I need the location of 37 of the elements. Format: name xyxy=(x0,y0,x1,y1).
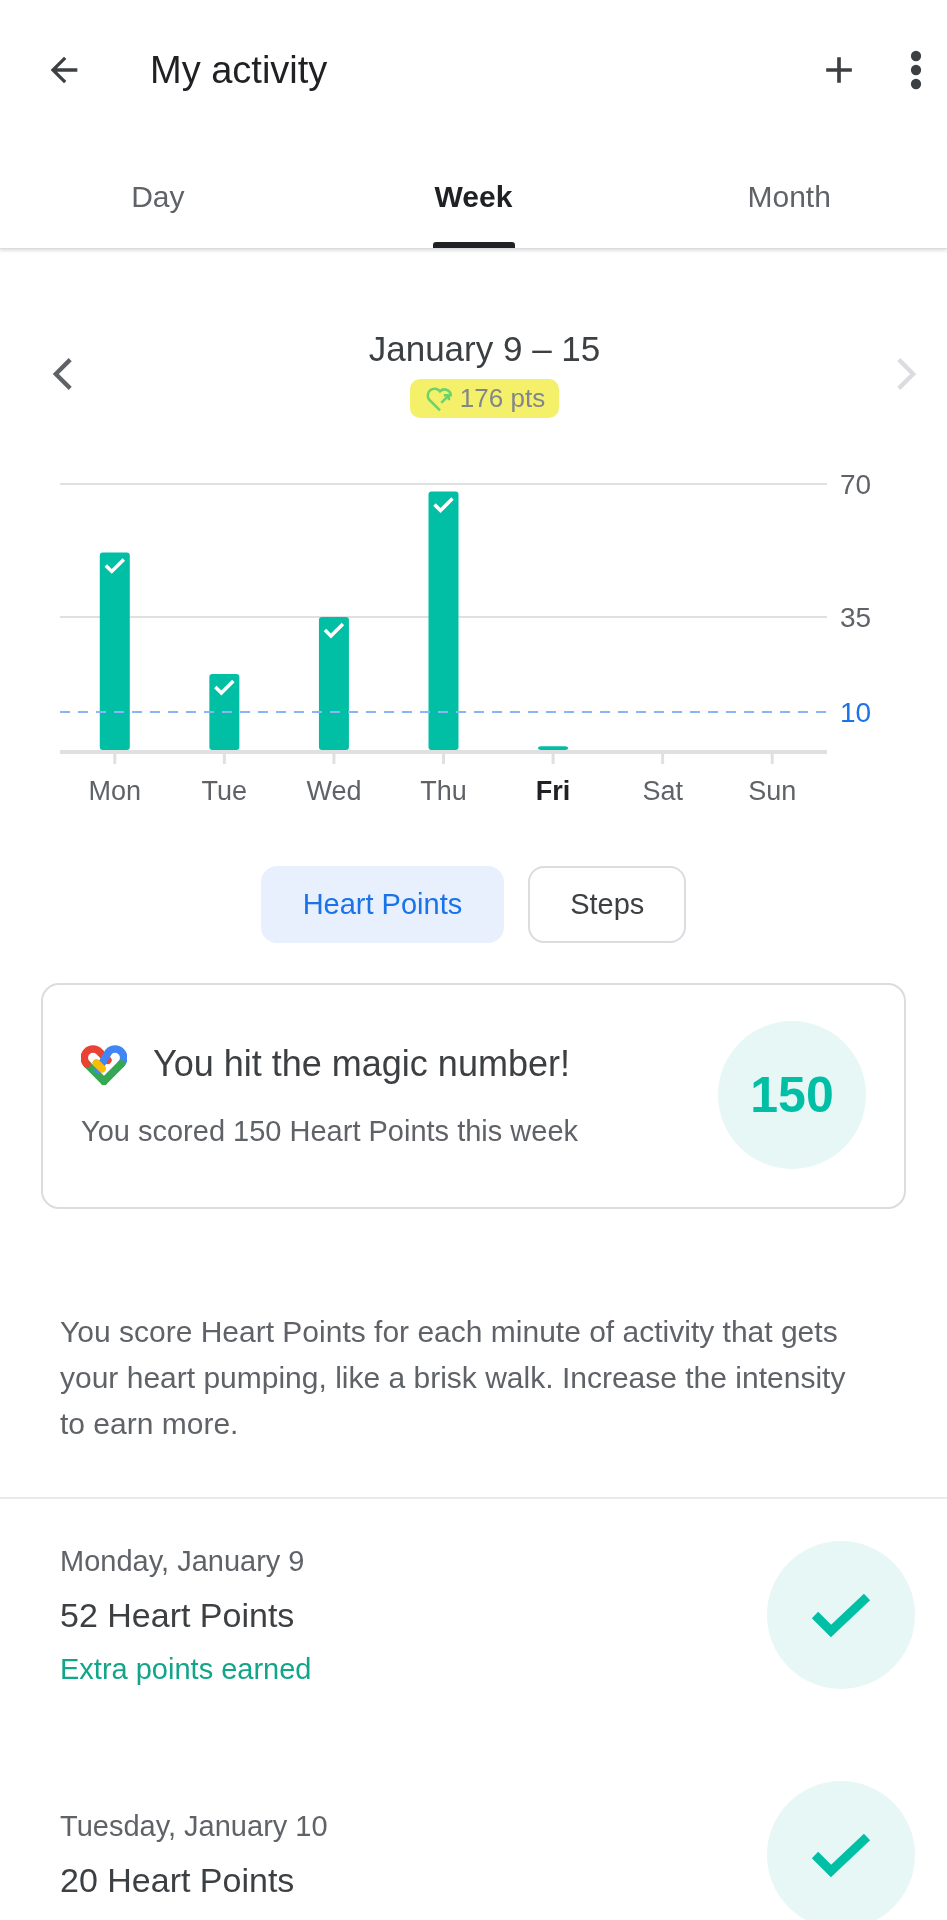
day-points: 52 Heart Points xyxy=(60,1595,296,1635)
tab[interactable]: Day xyxy=(0,140,316,248)
check-icon xyxy=(809,1591,873,1639)
screen-title: My activity xyxy=(150,48,329,92)
check-icon xyxy=(104,558,126,574)
y-tick-label: 70 xyxy=(840,469,872,500)
score-value: 150 xyxy=(750,1066,834,1124)
day-label[interactable]: Wed xyxy=(306,776,362,806)
y-tick-label: 35 xyxy=(840,602,872,633)
goal-label: 10 xyxy=(840,697,872,728)
day-points: 20 Heart Points xyxy=(60,1861,296,1900)
day-date: Monday, January 9 xyxy=(60,1544,306,1578)
day-label[interactable]: Fri xyxy=(535,776,571,806)
tab[interactable]: Month xyxy=(631,140,947,248)
day-label[interactable]: Thu xyxy=(420,776,467,806)
goal-title: You hit the magic number! xyxy=(153,1042,570,1085)
heart-logo-icon xyxy=(81,1042,127,1085)
points-total: 176 pts xyxy=(409,379,560,418)
more-icon[interactable] xyxy=(909,49,923,91)
day-label[interactable]: Mon xyxy=(88,776,142,806)
metric-toggle[interactable]: Heart Points xyxy=(260,866,505,943)
bar xyxy=(538,746,569,750)
goal-subtitle: You scored 150 Heart Points this week xyxy=(81,1114,580,1148)
previous-icon[interactable] xyxy=(52,355,74,392)
day-note: Extra points earned xyxy=(60,1652,313,1686)
day-label[interactable]: Sat xyxy=(642,776,683,806)
tab[interactable]: Week xyxy=(315,140,632,248)
metric-toggle[interactable]: Steps xyxy=(528,866,687,943)
check-icon xyxy=(809,1831,873,1879)
check-icon xyxy=(433,497,454,514)
day-label[interactable]: Tue xyxy=(201,776,248,806)
check-icon xyxy=(323,622,345,639)
period-title: January 9 – 15 xyxy=(368,329,601,369)
day-date: Tuesday, January 10 xyxy=(60,1810,329,1843)
check-icon xyxy=(214,679,235,696)
day-label[interactable]: Sun xyxy=(748,776,797,806)
info-paragraph: You score Heart Points for each minute of activity that gets your heart pumping, like a brisk walk. Increase the intensity to earn more. xyxy=(59,1314,847,1442)
